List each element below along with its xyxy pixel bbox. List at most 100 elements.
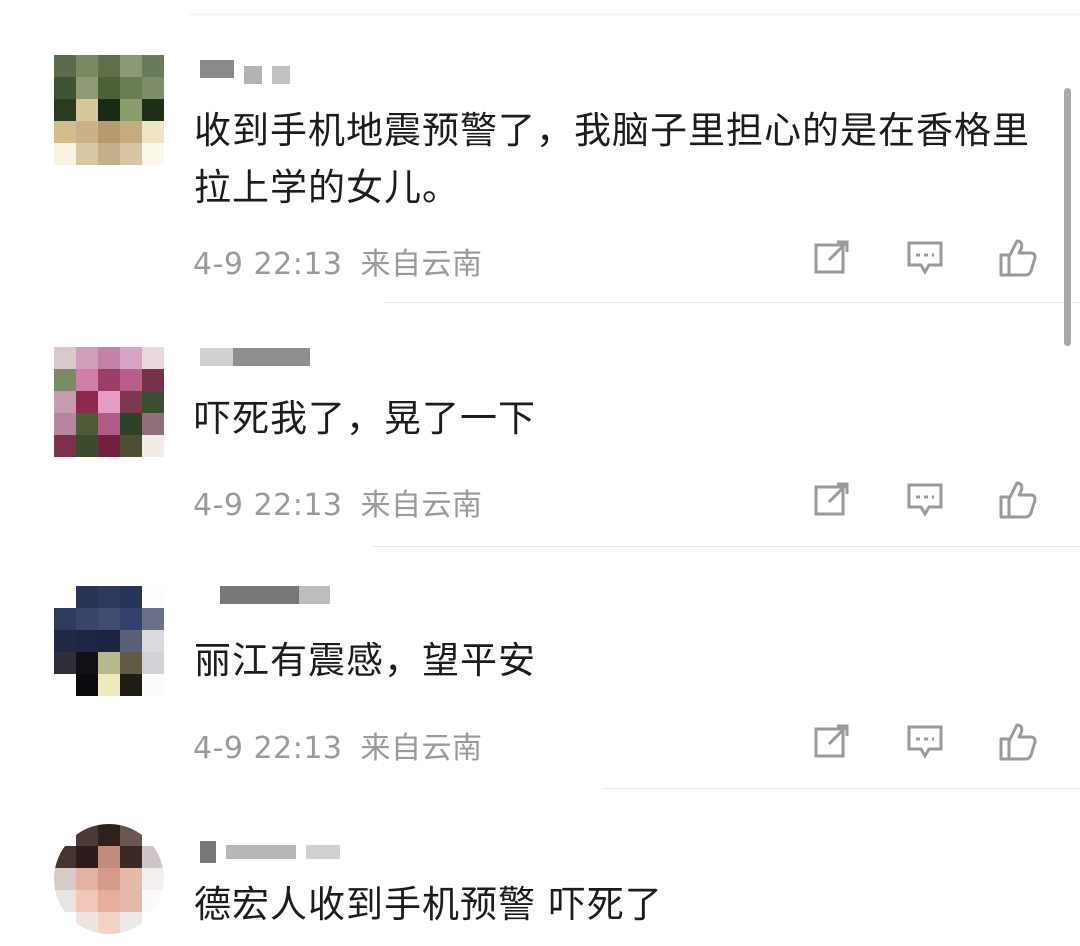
avatar-pixel	[54, 674, 76, 696]
avatar-pixel	[54, 608, 76, 630]
comment-actions	[810, 478, 1040, 522]
avatar-pixel	[120, 435, 142, 457]
avatar-pixel	[142, 652, 164, 674]
avatar-pixel	[54, 435, 76, 457]
comment-text: 丽江有震感，望平安	[194, 639, 536, 682]
avatar-pixel	[120, 912, 142, 934]
share-icon[interactable]	[810, 478, 854, 522]
avatar-pixel	[120, 868, 142, 890]
comment-meta: 4-9 22:13 来自云南	[193, 480, 483, 524]
avatar-pixel	[54, 99, 76, 121]
avatar-pixel	[76, 652, 98, 674]
thumbs-up-icon[interactable]	[996, 236, 1040, 280]
avatar-pixel	[120, 413, 142, 435]
avatar-pixel	[54, 912, 76, 934]
avatar-pixel	[98, 347, 120, 369]
avatar-pixel	[98, 674, 120, 696]
avatar-pixel	[76, 413, 98, 435]
share-icon[interactable]	[810, 236, 854, 280]
thumbs-up-icon[interactable]	[996, 478, 1040, 522]
scrollbar[interactable]	[1064, 88, 1071, 346]
avatar-pixel	[142, 890, 164, 912]
avatar[interactable]	[54, 55, 164, 165]
avatar-pixel	[76, 824, 98, 846]
avatar-pixel	[120, 77, 142, 99]
avatar-pixel	[76, 586, 98, 608]
avatar-pixel	[76, 868, 98, 890]
avatar-pixel	[120, 824, 142, 846]
comment-time: 4-9 22:13	[193, 731, 343, 766]
avatar-pixel	[98, 391, 120, 413]
avatar-pixel	[142, 674, 164, 696]
avatar-pixel	[142, 586, 164, 608]
avatar-pixel	[98, 652, 120, 674]
comment-location: 来自云南	[360, 488, 483, 523]
avatar-pixel	[54, 413, 76, 435]
avatar-pixel	[98, 890, 120, 912]
username-redacted[interactable]	[200, 60, 290, 84]
username-redacted[interactable]	[200, 841, 340, 863]
avatar-pixel	[98, 846, 120, 868]
avatar-pixel	[142, 55, 164, 77]
avatar-pixel	[76, 143, 98, 165]
avatar-pixel	[120, 652, 142, 674]
avatar-pixel	[142, 391, 164, 413]
avatar-pixel	[120, 846, 142, 868]
avatar-pixel	[54, 652, 76, 674]
avatar-pixel	[54, 55, 76, 77]
comment-divider	[372, 546, 1080, 547]
avatar-pixel	[76, 435, 98, 457]
comment-icon[interactable]	[903, 236, 947, 280]
avatar-pixel	[120, 608, 142, 630]
avatar-pixel	[98, 435, 120, 457]
comment-divider	[603, 788, 1080, 789]
avatar-pixel	[120, 630, 142, 652]
thumbs-up-icon[interactable]	[996, 720, 1040, 764]
comment-location: 来自云南	[360, 731, 483, 766]
avatar-pixel	[98, 369, 120, 391]
comment-location: 来自云南	[360, 247, 483, 282]
avatar-pixel	[120, 99, 142, 121]
comment-time: 4-9 22:13	[193, 247, 343, 282]
avatar[interactable]	[54, 586, 164, 696]
comment-text: 德宏人收到手机预警 吓死了	[194, 883, 663, 926]
avatar[interactable]	[54, 824, 164, 934]
avatar-pixel	[54, 369, 76, 391]
comment-icon[interactable]	[903, 478, 947, 522]
comment-meta: 4-9 22:13 来自云南	[193, 723, 483, 767]
avatar-pixel	[120, 369, 142, 391]
avatar-pixel	[98, 912, 120, 934]
avatar-pixel	[54, 824, 76, 846]
avatar-pixel	[120, 347, 142, 369]
comment-icon[interactable]	[903, 720, 947, 764]
avatar-pixel	[76, 55, 98, 77]
comment-time: 4-9 22:13	[193, 488, 343, 523]
avatar-pixel	[142, 369, 164, 391]
avatar-pixel	[76, 846, 98, 868]
comment-actions	[810, 720, 1040, 764]
avatar-pixel	[142, 77, 164, 99]
username-redacted[interactable]	[200, 586, 330, 604]
avatar-pixel	[142, 846, 164, 868]
avatar-pixel	[54, 121, 76, 143]
avatar-pixel	[98, 55, 120, 77]
avatar-pixel	[54, 391, 76, 413]
avatar-pixel	[120, 121, 142, 143]
avatar-pixel	[76, 674, 98, 696]
comment-text: 收到手机地震预警了，我脑子里担心的是在香格里拉上学的女儿。	[194, 109, 1030, 209]
avatar-pixel	[142, 143, 164, 165]
avatar-pixel	[142, 630, 164, 652]
avatar[interactable]	[54, 347, 164, 457]
avatar-pixel	[142, 912, 164, 934]
comment-divider	[383, 302, 1080, 303]
avatar-pixel	[76, 890, 98, 912]
avatar-pixel	[54, 143, 76, 165]
share-icon[interactable]	[810, 720, 854, 764]
username-redacted[interactable]	[200, 348, 310, 366]
avatar-pixel	[76, 99, 98, 121]
avatar-pixel	[54, 846, 76, 868]
avatar-pixel	[120, 55, 142, 77]
avatar-pixel	[54, 868, 76, 890]
avatar-pixel	[142, 413, 164, 435]
avatar-pixel	[120, 391, 142, 413]
